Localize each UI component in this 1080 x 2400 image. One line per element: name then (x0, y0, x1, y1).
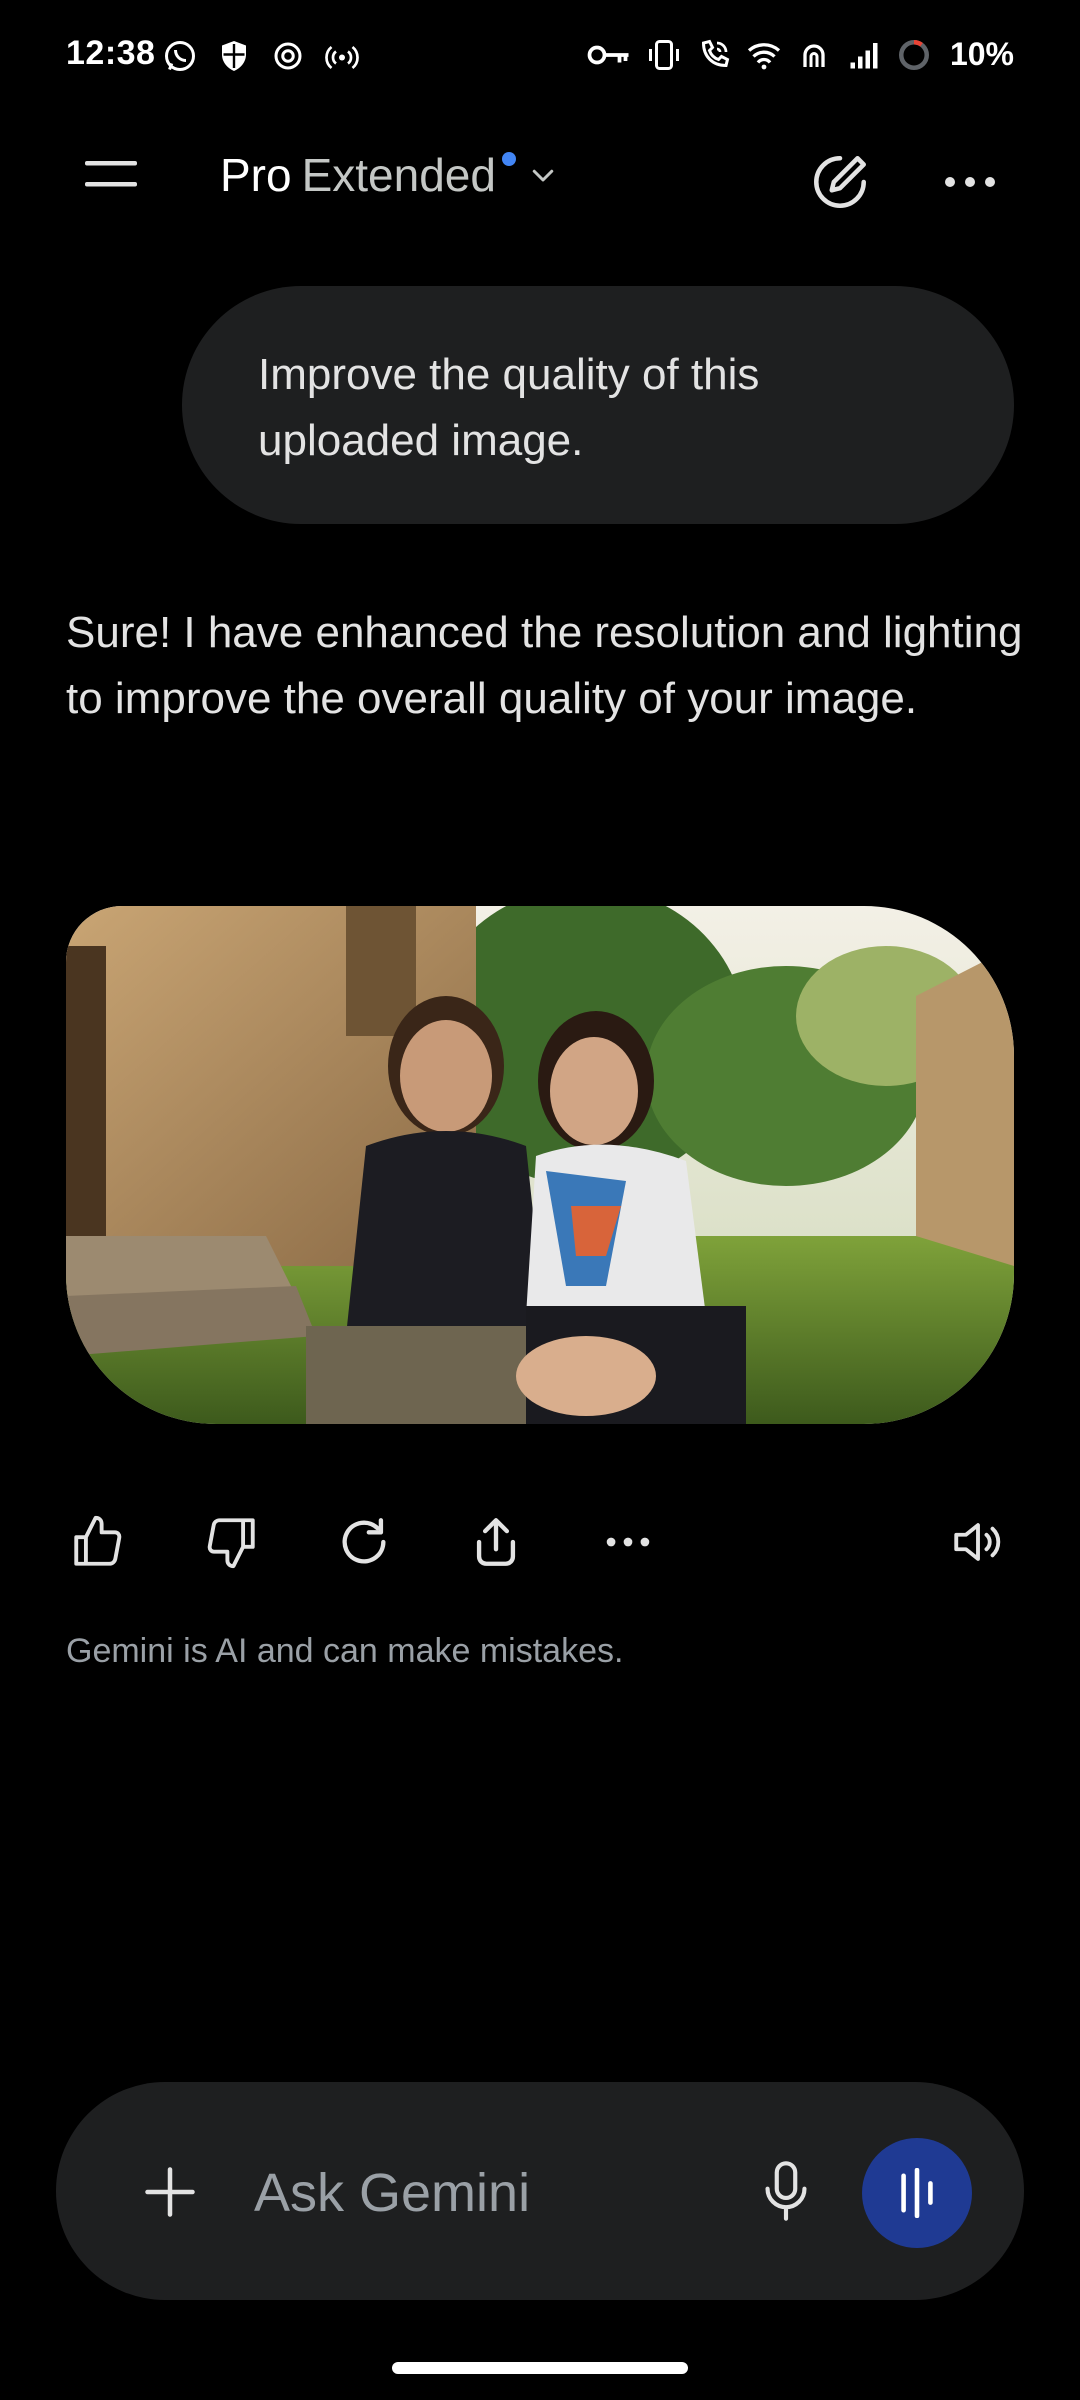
assistant-message-text: Sure! I have enhanced the resolution and… (66, 608, 1023, 723)
user-message-bubble: Improve the quality of this uploaded ima… (182, 286, 1014, 524)
menu-button[interactable] (76, 144, 146, 204)
prompt-bar (56, 2082, 1024, 2300)
new-indicator-dot (501, 152, 516, 166)
status-bar: 12:38 10% (0, 0, 1080, 110)
ai-disclaimer: Gemini is AI and can make mistakes. (66, 1632, 624, 1670)
more-horizontal-icon (945, 177, 995, 187)
model-selector[interactable]: Pro Extended (220, 148, 558, 202)
battery-ring-icon (896, 37, 932, 73)
vibrate-icon (646, 37, 682, 73)
photo-two-women (66, 906, 1014, 1424)
waveform-icon (901, 2168, 933, 2218)
thumbs-up-icon (74, 1515, 122, 1566)
home-indicator[interactable] (392, 2362, 688, 2374)
microphone-icon (765, 2161, 807, 2221)
status-left-icons (162, 38, 360, 74)
microphone-button[interactable] (746, 2148, 826, 2234)
regenerate-icon (342, 1518, 386, 1564)
nfc-icon (796, 37, 832, 73)
thumbs-down-icon (207, 1518, 255, 1569)
read-aloud-button[interactable] (946, 1510, 1010, 1574)
status-time: 12:38 (66, 34, 156, 72)
battery-percent: 10% (949, 36, 1014, 72)
chatgpt-icon (270, 38, 306, 74)
thumbs-down-button[interactable] (199, 1510, 263, 1574)
prompt-input[interactable] (252, 2152, 776, 2234)
response-actions (66, 1510, 1014, 1580)
hamburger-icon (85, 161, 137, 187)
more-menu-button[interactable] (930, 142, 1010, 222)
wifi-icon (746, 37, 782, 73)
edit-pencil-icon (814, 156, 866, 208)
thumbs-up-button[interactable] (66, 1510, 130, 1574)
signal-icon (846, 37, 882, 73)
wifi-call-icon (696, 37, 732, 73)
regenerate-button[interactable] (332, 1510, 396, 1574)
status-right-icons: 10% (586, 36, 1014, 73)
add-attachment-button[interactable] (130, 2152, 210, 2232)
live-voice-button[interactable] (862, 2138, 972, 2248)
chevron-down-icon (532, 169, 554, 182)
whatsapp-icon (162, 38, 198, 74)
plus-icon (145, 2167, 195, 2217)
more-options-icon (606, 1537, 650, 1547)
key-icon (586, 37, 632, 73)
new-chat-button[interactable] (800, 142, 880, 222)
share-icon (476, 1518, 516, 1566)
read-aloud-icon (954, 1523, 1001, 1561)
share-button[interactable] (464, 1510, 528, 1574)
generated-image[interactable] (66, 906, 1014, 1424)
more-options-button[interactable] (596, 1510, 660, 1574)
model-variant: Extended (301, 149, 496, 201)
model-name: Pro (220, 149, 292, 201)
shield-icon (216, 38, 252, 74)
hotspot-icon (324, 38, 360, 74)
app-bar: Pro Extended (0, 120, 1080, 230)
user-message-text: Improve the quality of this uploaded ima… (258, 350, 760, 465)
